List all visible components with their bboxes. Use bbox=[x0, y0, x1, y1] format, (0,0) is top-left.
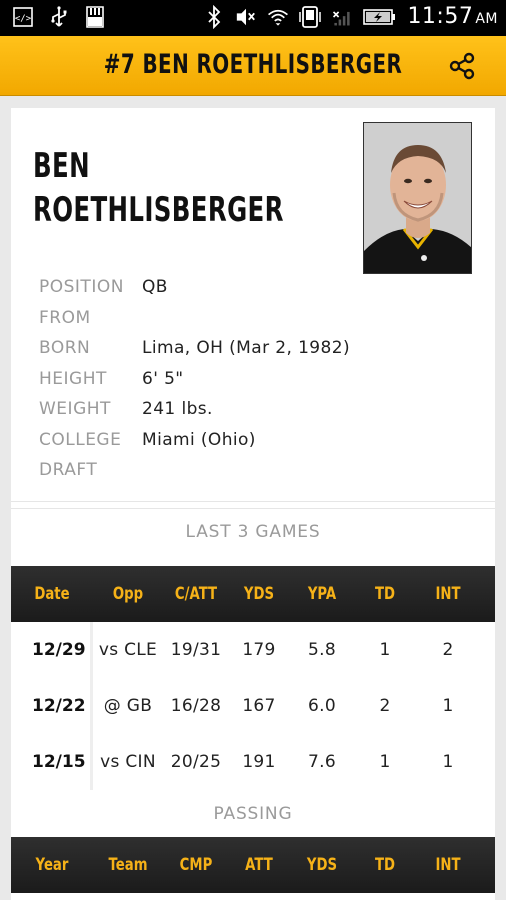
player-photo bbox=[363, 122, 472, 274]
games-table-header: Date Opp C/ATT YDS YPA TD INT bbox=[11, 566, 495, 622]
info-row-position: POSITION QB bbox=[39, 277, 168, 297]
no-signal-icon bbox=[331, 6, 353, 28]
row-date: 12/29 bbox=[11, 622, 93, 678]
info-row-weight: WEIGHT 241 lbs. bbox=[39, 399, 213, 419]
info-row-draft: DRAFT bbox=[39, 460, 98, 480]
col-header-cmp[interactable]: CMP bbox=[170, 855, 221, 875]
row-int: 1 bbox=[442, 752, 454, 772]
row-catt: 19/31 bbox=[170, 640, 222, 660]
row-ypa: 5.8 bbox=[308, 640, 336, 660]
status-notifications: </> bbox=[12, 6, 106, 28]
player-info: POSITION QB FROM BORN Lima, OH (Mar 2, 198… bbox=[39, 272, 350, 486]
player-card: BEN ROETHLISBERGER POSITION QB FROM BORN L… bbox=[11, 108, 495, 900]
vibrate-icon bbox=[299, 5, 322, 28]
section-title-passing: PASSING bbox=[213, 804, 293, 824]
debug-icon: </> bbox=[12, 6, 34, 28]
col-header-opp[interactable]: Opp bbox=[101, 584, 156, 604]
player-first-name: BEN bbox=[33, 146, 90, 186]
sd-card-icon bbox=[84, 6, 106, 28]
section-title-last-games: LAST 3 GAMES bbox=[185, 522, 321, 542]
info-row-college: COLLEGE Miami (Ohio) bbox=[39, 429, 256, 450]
status-time: 11:57 AM bbox=[407, 4, 498, 29]
player-last-name: ROETHLISBERGER bbox=[33, 190, 284, 230]
col-header-td[interactable]: TD bbox=[362, 855, 409, 875]
info-row-born: BORN Lima, OH (Mar 2, 1982) bbox=[39, 338, 350, 358]
table-row: 12/22 @ GB 16/28 167 6.0 2 1 bbox=[11, 678, 495, 734]
player-name: BEN ROETHLISBERGER bbox=[33, 144, 284, 232]
share-icon bbox=[449, 52, 475, 80]
row-ypa: 7.6 bbox=[308, 752, 336, 772]
status-bar: </> 11:57 AM bbox=[0, 0, 506, 36]
divider bbox=[11, 508, 495, 509]
svg-text:</>: </> bbox=[15, 14, 32, 24]
row-yds: 167 bbox=[242, 696, 276, 716]
row-yds: 179 bbox=[242, 640, 276, 660]
col-header-year[interactable]: Year bbox=[20, 855, 84, 875]
col-header-int[interactable]: INT bbox=[422, 584, 473, 604]
col-header-yds[interactable]: YDS bbox=[236, 584, 283, 604]
mute-icon bbox=[235, 6, 257, 28]
info-row-height: HEIGHT 6' 5" bbox=[39, 368, 184, 389]
row-catt: 20/25 bbox=[170, 752, 222, 772]
row-opp: vs CLE bbox=[98, 640, 158, 660]
app-bar: #7 BEN ROETHLISBERGER bbox=[0, 36, 506, 96]
row-date: 12/22 bbox=[11, 678, 93, 734]
col-header-td[interactable]: TD bbox=[362, 584, 409, 604]
row-td: 2 bbox=[379, 696, 391, 716]
row-td: 1 bbox=[379, 752, 391, 772]
share-button[interactable] bbox=[448, 52, 476, 80]
col-header-ypa[interactable]: YPA bbox=[296, 584, 347, 604]
table-row: 12/29 vs CLE 19/31 179 5.8 1 2 bbox=[11, 622, 495, 678]
status-system: 11:57 AM bbox=[203, 4, 498, 29]
table-row: 12/15 vs CIN 20/25 191 7.6 1 1 bbox=[11, 734, 495, 790]
row-td: 1 bbox=[379, 640, 391, 660]
wifi-icon bbox=[267, 6, 289, 28]
col-header-int[interactable]: INT bbox=[422, 855, 473, 875]
col-header-team[interactable]: Team bbox=[101, 855, 156, 875]
row-opp: @ GB bbox=[103, 696, 153, 716]
row-yds: 191 bbox=[242, 752, 276, 772]
divider bbox=[11, 501, 495, 502]
row-opp: vs CIN bbox=[100, 752, 156, 772]
battery-charging-icon bbox=[363, 6, 397, 28]
bluetooth-icon bbox=[203, 4, 225, 29]
passing-table-header: Year Team CMP ATT YDS TD INT bbox=[11, 837, 495, 893]
row-catt: 16/28 bbox=[170, 696, 222, 716]
row-ypa: 6.0 bbox=[308, 696, 336, 716]
row-date: 12/15 bbox=[11, 734, 93, 790]
col-header-att[interactable]: ATT bbox=[236, 855, 283, 875]
info-row-from: FROM bbox=[39, 307, 91, 328]
row-int: 2 bbox=[442, 640, 454, 660]
col-header-yds[interactable]: YDS bbox=[296, 855, 347, 875]
col-header-date[interactable]: Date bbox=[20, 584, 84, 604]
col-header-catt[interactable]: C/ATT bbox=[170, 584, 221, 604]
usb-icon bbox=[48, 6, 70, 28]
page-title: #7 BEN ROETHLISBERGER bbox=[103, 49, 403, 80]
row-int: 1 bbox=[442, 696, 454, 716]
